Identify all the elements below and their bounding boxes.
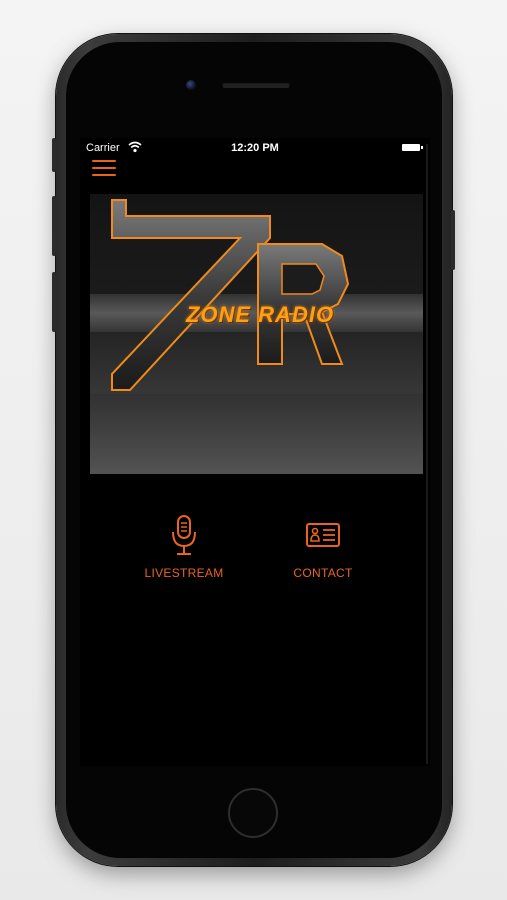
status-time: 12:20 PM — [231, 142, 279, 154]
zone-radio-logo: ZONE RADIO — [90, 194, 423, 474]
contact-label: CONTACT — [293, 566, 353, 580]
hamburger-menu-icon[interactable] — [92, 160, 116, 178]
contact-button[interactable]: CONTACT — [263, 514, 383, 580]
earpiece-speaker — [222, 82, 290, 88]
contact-card-icon — [306, 523, 340, 547]
zone-radio-wordmark: ZONE RADIO — [185, 302, 335, 327]
livestream-label: LIVESTREAM — [144, 566, 224, 580]
status-bar: Carrier 12:20 PM — [80, 138, 430, 158]
zr-monogram-icon — [90, 199, 423, 474]
livestream-button[interactable]: LIVESTREAM — [124, 514, 244, 580]
nav-buttons: LIVESTREAM CONTACT — [80, 514, 430, 594]
power-button — [451, 210, 455, 270]
front-camera — [186, 80, 196, 90]
home-button[interactable] — [228, 788, 278, 838]
battery-icon — [402, 144, 423, 151]
volume-down-button — [52, 272, 56, 332]
volume-up-button — [52, 196, 56, 256]
microphone-icon — [172, 515, 196, 555]
app-screen: Carrier 12:20 PM ZONE RADIO LIVESTREAM C… — [80, 138, 430, 766]
scrollbar[interactable] — [426, 144, 428, 764]
mute-switch — [52, 138, 56, 172]
